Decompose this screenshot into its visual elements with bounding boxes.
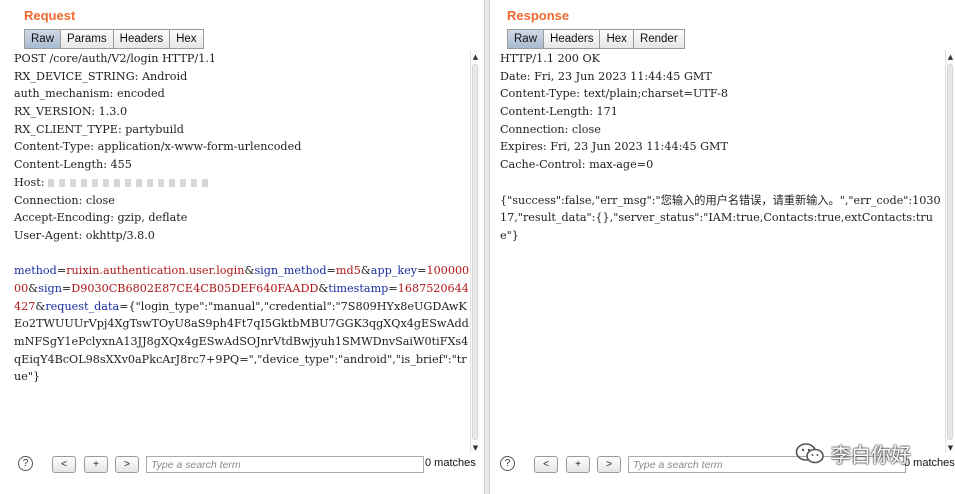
request-line: User-Agent: okhttp/3.8.0: [14, 228, 155, 242]
wechat-icon: [795, 443, 824, 464]
response-tab-hex[interactable]: Hex: [599, 29, 633, 49]
request-scrollbar[interactable]: ▲ ▼: [470, 50, 480, 453]
response-scrollbar[interactable]: ▲ ▼: [945, 50, 955, 453]
response-tab-raw[interactable]: Raw: [507, 29, 544, 49]
response-pane: Response Raw Headers Hex Render HTTP/1.1…: [490, 0, 955, 494]
request-tab-headers[interactable]: Headers: [112, 29, 170, 49]
scroll-down-arrow-icon[interactable]: ▼: [471, 443, 480, 453]
response-tabs: Raw Headers Hex Render: [507, 29, 685, 49]
param-key: request_data: [45, 299, 120, 313]
request-line: Accept-Encoding: gzip, deflate: [14, 211, 188, 225]
request-tab-hex[interactable]: Hex: [169, 29, 204, 49]
response-line: Content-Type: text/plain;charset=UTF-8: [500, 87, 729, 101]
redacted-host-value: [48, 178, 214, 187]
add-button[interactable]: +: [84, 456, 108, 473]
help-icon[interactable]: ?: [500, 456, 515, 471]
watermark: 李白你好: [795, 439, 945, 469]
request-line-host: Host:: [14, 174, 470, 192]
param-value: ruixin.authentication.user.login: [66, 264, 245, 278]
scroll-down-arrow-icon[interactable]: ▼: [946, 443, 955, 453]
response-title: Response: [507, 8, 570, 23]
param-key: sign_method: [254, 264, 327, 278]
request-line: RX_CLIENT_TYPE: partybuild: [14, 122, 184, 136]
request-line: Connection: close: [14, 193, 115, 207]
param-key: app_key: [370, 264, 418, 278]
response-editor[interactable]: HTTP/1.1 200 OK Date: Fri, 23 Jun 2023 1…: [500, 50, 944, 448]
add-button[interactable]: +: [566, 456, 590, 473]
request-body: method=ruixin.authentication.user.login&…: [14, 264, 470, 384]
request-match-count: 0 matches: [425, 457, 476, 469]
response-tab-headers[interactable]: Headers: [543, 29, 600, 49]
request-line: RX_VERSION: 1.3.0: [14, 105, 128, 119]
previous-match-button[interactable]: <: [52, 456, 76, 473]
param-key: method: [14, 264, 57, 278]
scroll-thumb[interactable]: [472, 64, 478, 440]
response-tab-render[interactable]: Render: [632, 29, 685, 49]
request-search-bar: ? < + > 0 matches: [0, 456, 484, 474]
next-match-button[interactable]: >: [597, 456, 621, 473]
request-title: Request: [24, 8, 76, 23]
previous-match-button[interactable]: <: [534, 456, 558, 473]
param-value: md5: [335, 264, 361, 278]
request-tab-params[interactable]: Params: [60, 29, 113, 49]
scroll-up-arrow-icon[interactable]: ▲: [471, 52, 480, 62]
param-value: D9030CB6802E87CE4CB05DEF640FAADD: [71, 281, 319, 295]
scroll-up-arrow-icon[interactable]: ▲: [946, 52, 955, 62]
param-key: sign: [38, 281, 62, 295]
help-icon[interactable]: ?: [18, 456, 33, 471]
response-line: Expires: Fri, 23 Jun 2023 11:44:45 GMT: [500, 140, 728, 154]
request-tabs: Raw Params Headers Hex: [24, 29, 204, 49]
request-line: auth_mechanism: encoded: [14, 87, 165, 101]
request-search-input[interactable]: [146, 456, 424, 473]
param-key: timestamp: [328, 281, 389, 295]
response-line: Date: Fri, 23 Jun 2023 11:44:45 GMT: [500, 69, 712, 83]
request-pane: Request Raw Params Headers Hex POST /cor…: [0, 0, 484, 494]
request-tab-raw[interactable]: Raw: [24, 29, 61, 49]
next-match-button[interactable]: >: [115, 456, 139, 473]
response-line: HTTP/1.1 200 OK: [500, 52, 600, 65]
request-line: Content-Length: 455: [14, 158, 132, 172]
watermark-text: 李白你好: [831, 443, 911, 467]
response-line: Cache-Control: max-age=0: [500, 158, 654, 172]
request-editor[interactable]: POST /core/auth/V2/login HTTP/1.1 RX_DEV…: [14, 50, 470, 448]
response-line: Connection: close: [500, 122, 601, 136]
request-line: POST /core/auth/V2/login HTTP/1.1: [14, 52, 216, 65]
host-label: Host:: [14, 175, 49, 189]
request-line: RX_DEVICE_STRING: Android: [14, 69, 188, 83]
request-line: Content-Type: application/x-www-form-url…: [14, 140, 302, 154]
scroll-thumb[interactable]: [947, 64, 953, 440]
response-body: {"success":false,"err_msg":"您输入的用户名错误，请重…: [500, 193, 941, 242]
response-line: Content-Length: 171: [500, 105, 618, 119]
